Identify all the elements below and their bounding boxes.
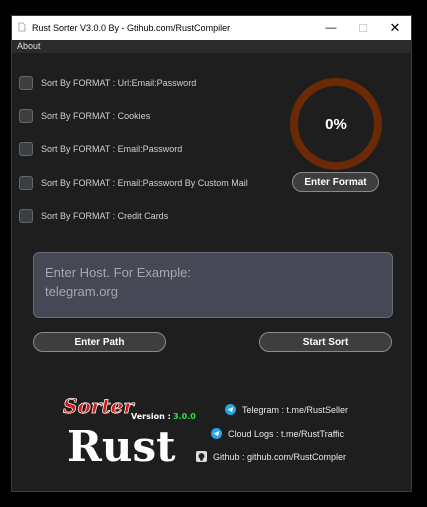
cloud-logs-text: Cloud Logs : t.me/RustTraffic bbox=[228, 428, 345, 439]
app-icon bbox=[18, 22, 26, 32]
logo-version-number: 3.0.0 bbox=[173, 412, 196, 421]
logo-sorter-text: Sorter bbox=[63, 394, 135, 418]
app-window: Rust Sorter V3.0.0 By - Gtihub.com/RustC… bbox=[11, 15, 412, 492]
maximize-button[interactable]: ☐ bbox=[347, 16, 379, 40]
option-label: Sort By FORMAT : Cookies bbox=[41, 110, 151, 121]
github-text: Github : github.com/RustCompler bbox=[213, 451, 347, 462]
menu-about[interactable]: About bbox=[17, 41, 41, 51]
host-placeholder: Enter Host. For Example: telegram.org bbox=[45, 265, 191, 299]
option-credit-cards[interactable]: Sort By FORMAT : Credit Cards bbox=[19, 207, 168, 224]
checkbox[interactable] bbox=[19, 208, 33, 223]
option-label: Sort By FORMAT : Email:Password bbox=[41, 143, 183, 154]
checkbox[interactable] bbox=[19, 75, 33, 90]
host-input[interactable]: Enter Host. For Example: telegram.org bbox=[33, 252, 393, 318]
option-label: Sort By FORMAT : Url:Email:Password bbox=[41, 77, 197, 88]
menu-bar: About bbox=[12, 40, 411, 53]
enter-format-button[interactable]: Enter Format bbox=[292, 172, 379, 192]
checkbox[interactable] bbox=[19, 141, 33, 156]
minimize-button[interactable]: — bbox=[315, 16, 347, 40]
progress-percent: 0% bbox=[325, 115, 347, 133]
title-bar[interactable]: Rust Sorter V3.0.0 By - Gtihub.com/RustC… bbox=[12, 16, 411, 40]
window-title: Rust Sorter V3.0.0 By - Gtihub.com/RustC… bbox=[32, 23, 231, 33]
cloud-logs-link[interactable]: Cloud Logs : t.me/RustTraffic bbox=[211, 428, 344, 439]
checkbox[interactable] bbox=[19, 175, 33, 190]
github-icon bbox=[196, 451, 207, 462]
start-sort-button[interactable]: Start Sort bbox=[259, 332, 392, 352]
telegram-icon bbox=[211, 428, 222, 439]
option-url-email-password[interactable]: Sort By FORMAT : Url:Email:Password bbox=[19, 74, 196, 91]
checkbox[interactable] bbox=[19, 108, 33, 123]
option-label: Sort By FORMAT : Credit Cards bbox=[41, 210, 169, 221]
telegram-icon bbox=[225, 404, 236, 415]
telegram-link[interactable]: Telegram : t.me/RustSeller bbox=[225, 404, 348, 415]
telegram-text: Telegram : t.me/RustSeller bbox=[242, 404, 349, 415]
enter-path-button[interactable]: Enter Path bbox=[33, 332, 166, 352]
option-cookies[interactable]: Sort By FORMAT : Cookies bbox=[19, 107, 150, 124]
rust-sorter-logo: Sorter Version : 3.0.0 Rust bbox=[63, 394, 197, 471]
option-label: Sort By FORMAT : Email:Password By Custo… bbox=[41, 177, 248, 188]
logo-version-label: Version : bbox=[131, 412, 171, 421]
option-email-password[interactable]: Sort By FORMAT : Email:Password bbox=[19, 140, 182, 157]
close-button[interactable]: ✕ bbox=[379, 16, 411, 40]
github-link[interactable]: Github : github.com/RustCompler bbox=[196, 451, 346, 462]
logo-rust-text: Rust bbox=[67, 422, 176, 471]
option-custom-mail[interactable]: Sort By FORMAT : Email:Password By Custo… bbox=[19, 174, 248, 191]
